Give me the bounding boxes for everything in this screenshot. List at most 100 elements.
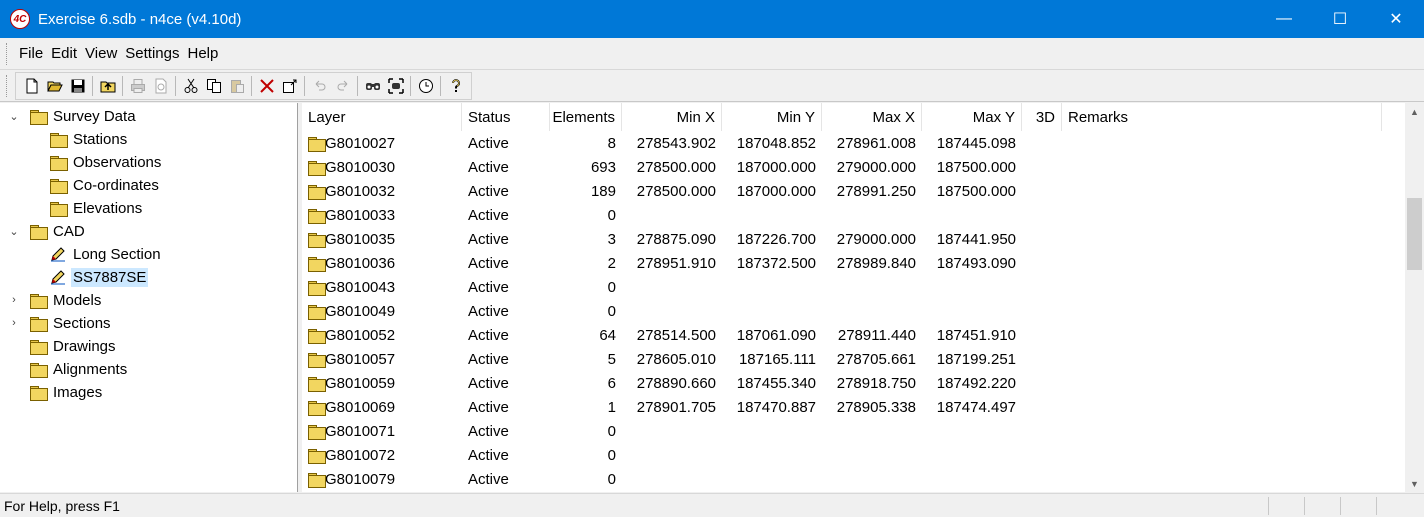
close-button[interactable]: ✕ — [1368, 0, 1424, 38]
tree-item-survey-data[interactable]: ⌄ Survey Data — [8, 105, 138, 127]
table-row[interactable]: G8010072 Active 0 — [302, 443, 1382, 467]
table-row[interactable]: G8010027 Active 8 278543.902 187048.852 27896… — [302, 131, 1382, 155]
table-row[interactable]: G8010043 Active 0 — [302, 275, 1382, 299]
menu-view[interactable]: View — [81, 45, 121, 62]
pencil-icon — [51, 270, 65, 285]
column-header-elements[interactable]: Elements — [550, 103, 622, 131]
cell-elements-text: 0 — [607, 446, 616, 464]
scroll-down-icon[interactable]: ▼ — [1405, 475, 1424, 492]
cell-layer: G8010035 — [302, 227, 462, 251]
folder-icon — [308, 208, 326, 224]
tree-item-co-ordinates[interactable]: Co-ordinates — [50, 174, 161, 196]
expander-icon[interactable]: ⌄ — [8, 225, 20, 238]
cell-min-y: 187226.700 — [722, 227, 822, 251]
tree-item-drawings[interactable]: Drawings — [30, 335, 118, 357]
tree-item-observations[interactable]: Observations — [50, 151, 163, 173]
cell-layer: G8010036 — [302, 251, 462, 275]
cut-icon[interactable] — [179, 75, 202, 97]
tree-item-cad[interactable]: ⌄ CAD — [8, 220, 87, 242]
tree-item-models[interactable]: › Models — [8, 289, 103, 311]
tree-item-stations[interactable]: Stations — [50, 128, 129, 150]
table-row[interactable]: G8010049 Active 0 — [302, 299, 1382, 323]
cell-min-x-text: 278605.010 — [636, 350, 716, 368]
binoculars-icon[interactable] — [361, 75, 384, 97]
column-header-3d[interactable]: 3D — [1022, 103, 1062, 131]
column-header-max-y[interactable]: Max Y — [922, 103, 1022, 131]
tree-item-sections[interactable]: › Sections — [8, 312, 113, 334]
table-row[interactable]: G8010059 Active 6 278890.660 187455.340 27891… — [302, 371, 1382, 395]
cell-min-x — [622, 203, 722, 227]
paste-icon — [225, 75, 248, 97]
copy-icon[interactable] — [202, 75, 225, 97]
properties-icon[interactable] — [278, 75, 301, 97]
menu-settings[interactable]: Settings — [121, 45, 183, 62]
minimize-button[interactable]: — — [1256, 0, 1312, 38]
folder-icon — [50, 132, 68, 148]
menu-help[interactable]: Help — [183, 45, 222, 62]
cell-min-x — [622, 275, 722, 299]
cell-max-x: 278961.008 — [822, 131, 922, 155]
table-row[interactable]: G8010036 Active 2 278951.910 187372.500 27898… — [302, 251, 1382, 275]
zoom-extents-icon[interactable] — [384, 75, 407, 97]
app-logo-icon[interactable]: 4C — [10, 9, 30, 29]
column-header-min-y[interactable]: Min Y — [722, 103, 822, 131]
column-header-status[interactable]: Status — [462, 103, 550, 131]
table-row[interactable]: G8010079 Active 0 — [302, 467, 1382, 491]
expander-icon[interactable]: › — [8, 294, 20, 306]
save-icon[interactable] — [66, 75, 89, 97]
table-row[interactable]: G8010069 Active 1 278901.705 187470.887 27890… — [302, 395, 1382, 419]
cell-remarks — [1062, 227, 1382, 251]
cell-min-x-text: 278875.090 — [636, 230, 716, 248]
scroll-thumb[interactable] — [1407, 198, 1422, 270]
table-row[interactable]: G8010033 Active 0 — [302, 203, 1382, 227]
table-row[interactable]: G8010035 Active 3 278875.090 187226.700 27900… — [302, 227, 1382, 251]
menu-bar: File Edit View Settings Help — [0, 38, 1424, 70]
cell-max-y — [922, 203, 1022, 227]
column-header-max-x[interactable]: Max X — [822, 103, 922, 131]
help-icon[interactable] — [444, 75, 467, 97]
vertical-scrollbar[interactable]: ▲ ▼ — [1405, 103, 1424, 492]
delete-icon[interactable] — [255, 75, 278, 97]
cell-max-y-text: 187500.000 — [936, 158, 1016, 176]
clock-icon[interactable] — [414, 75, 437, 97]
cell-max-x — [822, 443, 922, 467]
folder-icon — [308, 160, 326, 176]
table-row[interactable]: G8010052 Active 64 278514.500 187061.090 2789… — [302, 323, 1382, 347]
table-row[interactable]: G8010071 Active 0 — [302, 419, 1382, 443]
column-header-min-x[interactable]: Min X — [622, 103, 722, 131]
tree-item-alignments[interactable]: Alignments — [30, 358, 129, 380]
new-file-icon[interactable] — [20, 75, 43, 97]
table-row[interactable]: G8010030 Active 693 278500.000 187000.000 279… — [302, 155, 1382, 179]
tree-item-long-section[interactable]: Long Section — [50, 243, 163, 265]
open-folder-icon[interactable] — [43, 75, 66, 97]
toolbar-grip[interactable] — [6, 75, 9, 97]
tree-item-label-selected: SS7887SE — [71, 267, 149, 287]
scroll-up-icon[interactable]: ▲ — [1405, 103, 1424, 120]
status-text: For Help, press F1 — [4, 497, 120, 514]
tree-item-images[interactable]: Images — [30, 381, 104, 403]
cell-max-x-text: 278961.008 — [836, 134, 916, 152]
cell-layer-text: G8010049 — [325, 302, 396, 320]
expander-icon[interactable]: ⌄ — [8, 110, 20, 123]
tree-item-ss7887se[interactable]: SS7887SE — [50, 266, 149, 288]
cell-elements-text: 189 — [590, 182, 616, 200]
column-header-layer[interactable]: Layer — [302, 103, 462, 131]
column-header-remarks[interactable]: Remarks — [1062, 103, 1382, 131]
maximize-button[interactable]: ☐ — [1312, 0, 1368, 38]
menu-grip[interactable] — [6, 42, 9, 65]
project-tree[interactable]: ⌄ Survey Data Stations Observations Co-or… — [0, 103, 298, 492]
table-row[interactable]: G8010057 Active 5 278605.010 187165.111 27870… — [302, 347, 1382, 371]
table-row[interactable]: G8010032 Active 189 278500.000 187000.000 278… — [302, 179, 1382, 203]
cell-max-y: 187474.497 — [922, 395, 1022, 419]
cell-min-x-text: 278543.902 — [636, 134, 716, 152]
up-folder-icon[interactable] — [96, 75, 119, 97]
expander-icon[interactable]: › — [8, 317, 20, 329]
tree-item-elevations[interactable]: Elevations — [50, 197, 144, 219]
menu-file[interactable]: File — [15, 45, 47, 62]
menu-edit[interactable]: Edit — [47, 45, 81, 62]
cell-status-text: Active — [468, 158, 509, 176]
layer-list[interactable]: Layer Status Elements Min X Min Y Max X … — [302, 103, 1424, 492]
cell-status-text: Active — [468, 350, 509, 368]
cell-elements-text: 0 — [607, 206, 616, 224]
cell-elements: 0 — [550, 467, 622, 491]
